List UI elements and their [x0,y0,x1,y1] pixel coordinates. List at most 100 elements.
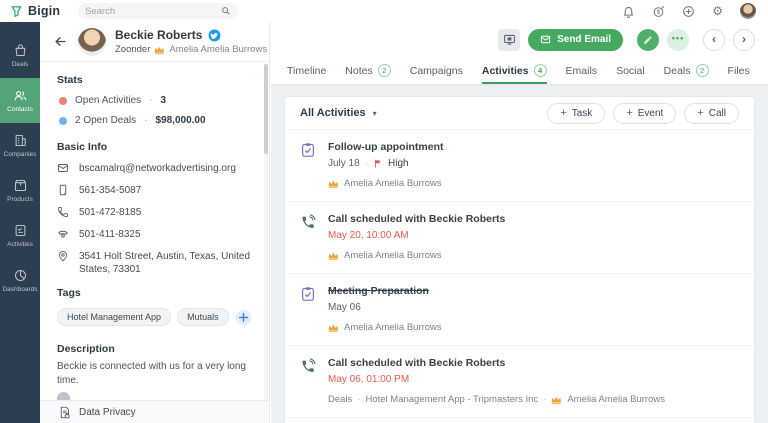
left-panel-scrollbar[interactable] [264,64,268,399]
caret-down-icon: ▾ [373,109,377,118]
activity-row-call[interactable]: Call scheduled with Beckie Roberts May 2… [285,201,754,273]
screen-share-button[interactable] [498,29,520,51]
call-icon [300,358,316,374]
data-privacy-button[interactable]: Data Privacy [40,400,269,423]
call-icon [300,214,316,230]
tab-social[interactable]: Social [616,57,645,84]
activity-owner[interactable]: Amelia Amelia Burrows [344,250,442,261]
activity-owner[interactable]: Amelia Amelia Burrows [567,394,665,405]
activity-title[interactable]: Call scheduled with Beckie Roberts [328,213,505,225]
plus-icon [235,309,252,326]
activity-date: July 18 [328,158,360,169]
settings-gear-icon[interactable]: ⚙ [712,5,723,18]
tab-campaigns[interactable]: Campaigns [410,57,463,84]
chevron-right-icon: › [742,32,746,46]
tag-chip[interactable]: Hotel Management App [57,308,171,326]
more-actions-button[interactable]: ••• [667,29,689,51]
sidebar-item-deals[interactable]: Deals [0,33,40,78]
activity-row-task[interactable]: Follow-up appointment July 18 · High Ame… [285,129,754,201]
tab-timeline[interactable]: Timeline [287,57,326,84]
sidebar-item-activities[interactable]: Activities [0,213,40,258]
tab-notes[interactable]: Notes2 [345,57,390,84]
chevron-left-icon: ‹ [712,32,716,46]
contact-header: Beckie Roberts Zoonder Amelia Amelia Bur… [40,22,269,62]
activity-date-overdue: May 20, 10:00 AM [328,230,409,241]
contact-detail-panel: Beckie Roberts Zoonder Amelia Amelia Bur… [40,22,270,423]
stat-open-deals[interactable]: 2 Open Deals · $98,000.00 [59,115,253,126]
edit-button[interactable] [637,29,659,51]
plus-icon: + [560,107,566,119]
activity-title[interactable]: Call scheduled with Beckie Roberts [328,357,665,369]
home-phone-row[interactable]: 501-411-8325 [57,228,253,241]
sidebar-item-products[interactable]: Products [0,168,40,213]
contact-avatar[interactable] [78,28,106,56]
contact-company[interactable]: Zoonder [115,44,150,55]
ellipsis-icon: ••• [672,33,684,43]
related-module[interactable]: Deals [328,394,352,405]
bigin-logo[interactable]: Bigin [0,4,70,18]
stats-title: Stats [57,74,253,86]
activity-owner[interactable]: Amelia Amelia Burrows [344,178,442,189]
phone-row[interactable]: 501-472-8185 [57,206,253,219]
tab-files[interactable]: Files [728,57,750,84]
phone-icon [57,206,69,218]
dot-separator: · [543,394,546,405]
dot-separator: · [149,95,152,106]
contact-owner[interactable]: Amelia Amelia Burrows [169,44,267,55]
module-sidebar: Deals Contacts Companies Products Activi… [0,22,40,423]
stat-open-activities[interactable]: Open Activities · 3 [59,95,253,106]
add-new-icon[interactable] [682,5,695,18]
activity-row-call[interactable]: Call scheduled with Beckie Roberts May 0… [285,345,754,418]
tab-emails[interactable]: Emails [566,57,598,84]
billing-icon[interactable] [652,5,665,18]
add-tag-button[interactable] [235,309,252,326]
envelope-icon [540,34,551,45]
email-icon [57,162,69,174]
add-event-button[interactable]: + Event [613,103,676,124]
tab-activities[interactable]: Activities4 [482,57,547,84]
description-title: Description [57,343,253,355]
sidebar-item-dashboards[interactable]: Dashboards [0,258,40,303]
mobile-row[interactable]: 561-354-5087 [57,184,253,197]
activities-filter-dropdown[interactable]: All Activities ▾ [300,107,377,119]
activity-owner[interactable]: Amelia Amelia Burrows [344,322,442,333]
open-deals-dot [59,117,67,125]
tag-chip[interactable]: Mutuals [177,308,229,326]
activity-title-completed[interactable]: Meeting Preparation [328,285,442,297]
desk-phone-icon [57,228,69,240]
activity-date-overdue: May 06, 01:00 PM [328,374,409,385]
notifications-bell-icon[interactable] [622,5,635,18]
contacts-icon [13,88,28,103]
activities-count-badge: 4 [534,64,547,77]
deals-count-badge: 2 [696,64,709,77]
dot-separator: · [144,115,147,126]
contact-name: Beckie Roberts [115,28,202,42]
notes-count-badge: 2 [378,64,391,77]
task-icon [300,286,316,302]
twitter-badge-icon[interactable] [208,29,221,42]
activity-title[interactable]: Follow-up appointment [328,141,443,153]
add-task-button[interactable]: + Task [547,103,605,124]
address-row[interactable]: 3541 Holt Street, Austin, Texas, United … [57,250,253,276]
related-deal[interactable]: Hotel Management App - Tripmasters Inc [365,394,538,405]
open-deals-value: $98,000.00 [156,115,206,126]
sidebar-item-contacts[interactable]: Contacts [0,78,40,123]
open-activities-count: 3 [161,95,167,106]
previous-record-button[interactable]: ‹ [703,29,725,51]
next-record-button[interactable]: › [733,29,755,51]
pencil-icon [643,35,653,45]
activity-row-task-completed[interactable]: Meeting Preparation May 06 Amelia Amelia… [285,273,754,345]
tab-deals[interactable]: Deals2 [664,57,709,84]
dot-separator: · [365,158,368,169]
back-button[interactable] [53,34,69,50]
global-search[interactable] [78,3,238,19]
user-avatar[interactable] [740,3,756,19]
owner-crown-icon [328,180,339,188]
tags-title: Tags [57,287,253,299]
priority-flag-icon [373,158,383,169]
search-input[interactable] [85,6,221,17]
send-email-button[interactable]: Send Email [528,29,623,51]
add-call-button[interactable]: + Call [684,103,739,124]
email-row[interactable]: bscamalrq@networkadvertising.org [57,162,253,175]
sidebar-item-companies[interactable]: Companies [0,123,40,168]
